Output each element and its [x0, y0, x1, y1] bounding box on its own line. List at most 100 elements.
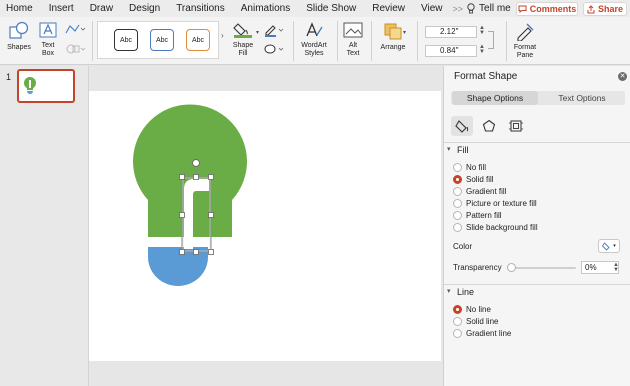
fill-option-gradient-fill[interactable]: Gradient fill	[453, 186, 506, 197]
line-option-gradient-line[interactable]: Gradient line	[453, 328, 511, 339]
ribbon: Shapes Text Box Abc Abc Abc › Shape Fill…	[0, 17, 630, 65]
no-fill-label: No fill	[466, 163, 487, 172]
bulb-base-shape	[148, 247, 208, 286]
fill-color-picker[interactable]: ▾	[598, 239, 620, 253]
radio-gradient-line[interactable]	[453, 329, 462, 338]
text-box-icon	[39, 22, 57, 38]
tab-animations[interactable]: Animations	[233, 3, 298, 14]
share-icon	[587, 4, 595, 13]
radio-no-line[interactable]	[453, 305, 462, 314]
alt-text-button[interactable]: Alt Text	[341, 21, 365, 58]
tab-text-options[interactable]: Text Options	[539, 91, 625, 105]
tab-shape-options[interactable]: Shape Options	[452, 91, 538, 105]
fill-option-no-fill[interactable]: No fill	[453, 162, 486, 173]
height-stepper[interactable]: ▲ ▼	[479, 25, 485, 36]
tab-review[interactable]: Review	[364, 3, 413, 14]
size-properties-icon	[509, 120, 523, 132]
tell-me-label: Tell me	[479, 3, 511, 14]
shape-style-1[interactable]: Abc	[114, 29, 138, 51]
radio-pattern-fill[interactable]	[453, 211, 462, 220]
text-box-label-2: Box	[41, 50, 55, 57]
tab-view[interactable]: View	[413, 3, 451, 14]
shape-style-gallery[interactable]: Abc Abc Abc	[97, 21, 219, 59]
pane-title: Format Shape	[454, 71, 518, 82]
solid-line-label: Solid line	[466, 317, 499, 326]
fill-option-solid-fill[interactable]: Solid fill	[453, 174, 494, 185]
group-button[interactable]	[64, 43, 86, 55]
arrange-label: Arrange	[380, 44, 406, 51]
transparency-slider-handle[interactable]	[507, 263, 516, 272]
radio-solid-line[interactable]	[453, 317, 462, 326]
radio-picture-fill[interactable]	[453, 199, 462, 208]
slide-background-fill-label: Slide background fill	[466, 223, 538, 232]
tab-draw[interactable]: Draw	[82, 3, 121, 14]
transparency-slider[interactable]	[510, 267, 576, 269]
wordart-styles-button[interactable]: WordArt Styles	[297, 21, 331, 58]
resize-handle-n	[193, 174, 199, 180]
wordart-icon	[306, 22, 323, 37]
slide-thumbnail-preview	[24, 77, 36, 94]
radio-slide-background-fill[interactable]	[453, 223, 462, 232]
comments-button[interactable]: Comments	[516, 2, 578, 16]
ribbon-separator	[506, 21, 507, 61]
alt-text-icon	[343, 22, 363, 38]
share-button[interactable]: Share	[583, 2, 627, 16]
fill-header-label: Fill	[457, 145, 469, 155]
more-tabs-button[interactable]: >>	[451, 4, 466, 14]
slide-thumbnail[interactable]	[17, 69, 75, 103]
wordart-label-2: Styles	[304, 50, 324, 57]
fill-option-picture-fill[interactable]: Picture or texture fill	[453, 198, 537, 209]
shape-fill-label-2: Fill	[238, 50, 248, 57]
slide-canvas[interactable]	[89, 91, 441, 361]
shape-style-3[interactable]: Abc	[186, 29, 210, 51]
height-field[interactable]: 2.12"	[425, 26, 477, 38]
size-lock-bracket[interactable]	[488, 31, 494, 49]
fill-section-header[interactable]: ▾ Fill	[444, 142, 630, 156]
resize-handle-w	[179, 212, 185, 218]
line-option-solid-line[interactable]: Solid line	[453, 316, 498, 327]
text-box-button[interactable]: Text Box	[36, 21, 60, 58]
radio-solid-fill[interactable]	[453, 175, 462, 184]
tab-slide-show[interactable]: Slide Show	[298, 3, 364, 14]
size-properties-tab[interactable]	[505, 116, 527, 136]
shape-outline-button[interactable]	[263, 23, 285, 37]
tell-me-search[interactable]: Tell me	[467, 3, 511, 14]
shape-fill-dropdown[interactable]: ▾	[256, 29, 259, 36]
format-pane-label-2: Pane	[516, 52, 534, 59]
pencil-icon	[265, 25, 284, 37]
effects-tab[interactable]	[478, 116, 500, 136]
paint-bucket-icon	[455, 120, 469, 133]
shape-effects-button[interactable]	[263, 43, 285, 55]
transparency-stepper[interactable]: ▲ ▼	[613, 262, 619, 273]
format-pane-button[interactable]: Format Pane	[510, 21, 540, 60]
resize-handle-sw	[179, 249, 185, 255]
tab-transitions[interactable]: Transitions	[168, 3, 233, 14]
radio-gradient-fill[interactable]	[453, 187, 462, 196]
fill-option-slide-background[interactable]: Slide background fill	[453, 222, 538, 233]
width-field[interactable]: 0.84"	[425, 45, 477, 57]
fill-option-pattern-fill[interactable]: Pattern fill	[453, 210, 502, 221]
gallery-more-button[interactable]: ›	[221, 31, 224, 40]
fill-line-tab[interactable]	[451, 116, 473, 136]
lightbulb-icon	[467, 3, 475, 14]
picture-fill-label: Picture or texture fill	[466, 199, 537, 208]
lightbulb-illustration[interactable]	[89, 91, 441, 361]
line-option-no-line[interactable]: No line	[453, 304, 491, 315]
shape-fill-button[interactable]: Shape Fill	[230, 21, 256, 58]
resize-handle-se	[208, 249, 214, 255]
edit-shape-icon	[65, 24, 86, 34]
tab-home[interactable]: Home	[0, 3, 41, 14]
shapes-button[interactable]: Shapes	[4, 21, 34, 52]
edit-shape-button[interactable]	[64, 23, 86, 35]
arrange-button[interactable]: Arrange	[376, 21, 410, 52]
arrange-dropdown[interactable]: ▾	[403, 29, 406, 36]
tab-design[interactable]: Design	[121, 3, 168, 14]
radio-no-fill[interactable]	[453, 163, 462, 172]
tab-insert[interactable]: Insert	[41, 3, 82, 14]
gradient-fill-label: Gradient fill	[466, 187, 507, 196]
width-stepper[interactable]: ▲ ▼	[479, 44, 485, 55]
shape-fill-label-1: Shape	[232, 42, 254, 49]
shape-style-2[interactable]: Abc	[150, 29, 174, 51]
line-section-header[interactable]: ▾ Line	[444, 284, 630, 298]
close-icon[interactable]: ✕	[618, 72, 627, 81]
